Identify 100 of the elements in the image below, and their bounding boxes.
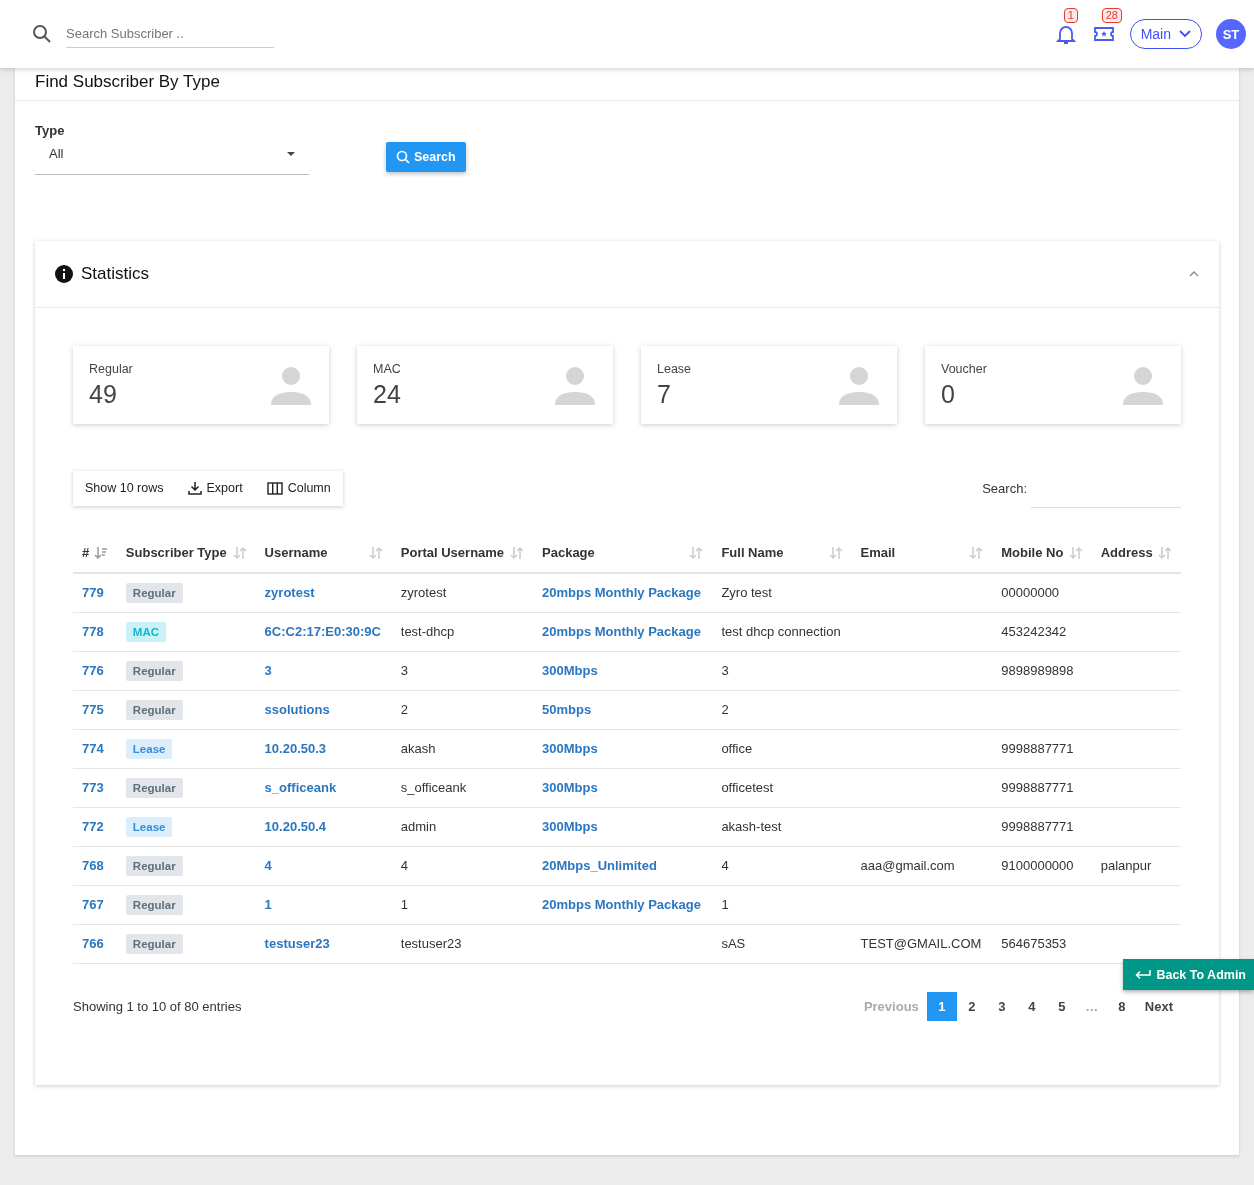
type-tag: Regular <box>125 855 183 876</box>
column-header[interactable]: # <box>82 545 90 560</box>
package-link[interactable]: 300Mbps <box>542 780 598 795</box>
column-header[interactable]: Address <box>1100 545 1153 560</box>
section-title: Find Subscriber By Type <box>15 68 1239 101</box>
table-cell: 9100000000 <box>1001 858 1074 873</box>
ticket-count: 28 <box>1101 8 1122 23</box>
table-cell: 1 <box>400 897 408 912</box>
sort-icon[interactable] <box>93 545 108 560</box>
column-header[interactable]: Full Name <box>721 545 784 560</box>
type-tag: Regular <box>125 699 183 720</box>
search-button[interactable]: Search <box>386 142 466 172</box>
page-link[interactable]: 1 <box>926 991 957 1021</box>
type-tag: Regular <box>125 933 183 954</box>
package-link[interactable]: 20mbps Monthly Package <box>542 585 701 601</box>
search-icon <box>32 24 52 44</box>
sort-icon[interactable] <box>510 545 524 560</box>
username-link[interactable]: 6C:C2:17:E0:30:9C <box>264 624 381 639</box>
download-icon <box>187 481 202 495</box>
table-cell: TEST@GMAIL.COM <box>860 936 982 951</box>
username-link[interactable]: s_officeank <box>264 780 337 795</box>
column-header[interactable]: Package <box>542 545 595 560</box>
sort-icon[interactable] <box>689 545 704 560</box>
package-link[interactable]: 20mbps Monthly Package <box>542 897 701 912</box>
entries-info: Showing 1 to 10 of 80 entries <box>73 998 242 1014</box>
type-tag: MAC <box>125 621 167 642</box>
page-link[interactable]: 2 <box>956 991 987 1021</box>
type-select[interactable]: All <box>35 146 309 175</box>
person-icon <box>271 365 311 405</box>
main-menu-button[interactable]: Main <box>1129 19 1202 49</box>
id-link[interactable]: 779 <box>82 585 104 601</box>
table-cell: 2 <box>721 702 729 717</box>
column-button[interactable]: Column <box>254 470 343 506</box>
package-link[interactable]: 300Mbps <box>542 819 598 834</box>
sort-icon[interactable] <box>1158 545 1172 560</box>
column-header[interactable]: Mobile No <box>1001 545 1064 560</box>
column-header[interactable]: Email <box>860 545 896 560</box>
username-link[interactable]: testuser23 <box>264 936 330 951</box>
table-cell: 4 <box>721 858 729 873</box>
table-cell: zyrotest <box>400 585 447 601</box>
id-link[interactable]: 778 <box>82 624 104 639</box>
id-link[interactable]: 772 <box>82 819 104 834</box>
columns-icon <box>266 481 283 495</box>
table-cell: 3 <box>721 663 729 678</box>
table-cell: 3 <box>400 663 408 678</box>
column-header[interactable]: Subscriber Type <box>125 545 227 560</box>
page-link[interactable]: 4 <box>1016 991 1047 1021</box>
id-link[interactable]: 766 <box>82 936 104 951</box>
package-link[interactable]: 300Mbps <box>542 663 598 678</box>
person-icon <box>555 365 595 405</box>
user-avatar[interactable]: ST <box>1216 19 1246 49</box>
export-button[interactable]: Export <box>175 470 255 506</box>
sort-icon[interactable] <box>828 545 843 560</box>
type-tag: Regular <box>125 894 183 915</box>
username-link[interactable]: 1 <box>264 897 272 912</box>
page-link[interactable]: 5 <box>1046 991 1077 1021</box>
search-label: Search: <box>982 480 1027 496</box>
column-header[interactable]: Portal Username <box>400 545 505 560</box>
id-link[interactable]: 767 <box>82 897 104 912</box>
search-icon <box>396 150 410 164</box>
sort-icon[interactable] <box>232 545 247 560</box>
username-link[interactable]: 3 <box>264 663 272 678</box>
id-link[interactable]: 768 <box>82 858 104 873</box>
package-link[interactable]: 20Mbps_Unlimited <box>542 858 657 873</box>
sort-icon[interactable] <box>969 545 984 560</box>
back-to-admin-button[interactable]: Back To Admin <box>1123 959 1254 990</box>
table-cell: admin <box>400 819 437 834</box>
package-link[interactable]: 50mbps <box>542 702 592 717</box>
page-link[interactable]: 3 <box>986 991 1017 1021</box>
package-link[interactable]: 20mbps Monthly Package <box>542 624 701 639</box>
table-cell: test-dhcp <box>400 624 455 639</box>
sort-icon[interactable] <box>368 545 383 560</box>
page-link[interactable]: 8 <box>1106 991 1137 1021</box>
type-tag: Lease <box>125 738 173 759</box>
table-cell: 9898989898 <box>1001 663 1074 678</box>
id-link[interactable]: 775 <box>82 702 104 717</box>
id-link[interactable]: 773 <box>82 780 104 795</box>
return-arrow-icon <box>1135 969 1152 980</box>
table-cell: officetest <box>721 780 774 795</box>
column-header[interactable]: Username <box>264 545 328 560</box>
sort-icon[interactable] <box>1068 545 1083 560</box>
table-cell: Zyro test <box>721 585 772 601</box>
type-tag: Regular <box>125 582 183 603</box>
username-link[interactable]: ssolutions <box>264 702 330 717</box>
page-link[interactable]: Next <box>1136 991 1181 1021</box>
statistics-title: Statistics <box>81 264 150 284</box>
username-link[interactable]: 10.20.50.3 <box>264 741 327 756</box>
person-icon <box>1123 365 1163 405</box>
username-link[interactable]: 10.20.50.4 <box>264 819 327 834</box>
show-rows-button[interactable]: Show 10 rows <box>73 470 176 506</box>
table-cell: 564675353 <box>1001 936 1067 951</box>
package-link[interactable]: 300Mbps <box>542 741 598 756</box>
collapse-icon[interactable] <box>1189 271 1199 277</box>
table-cell: test dhcp connection <box>721 624 841 639</box>
id-link[interactable]: 776 <box>82 663 104 678</box>
username-link[interactable]: 4 <box>264 858 272 873</box>
username-link[interactable]: zyrotest <box>264 585 315 601</box>
table-cell: sAS <box>721 936 746 951</box>
type-label: Type <box>35 123 66 138</box>
id-link[interactable]: 774 <box>82 741 104 756</box>
